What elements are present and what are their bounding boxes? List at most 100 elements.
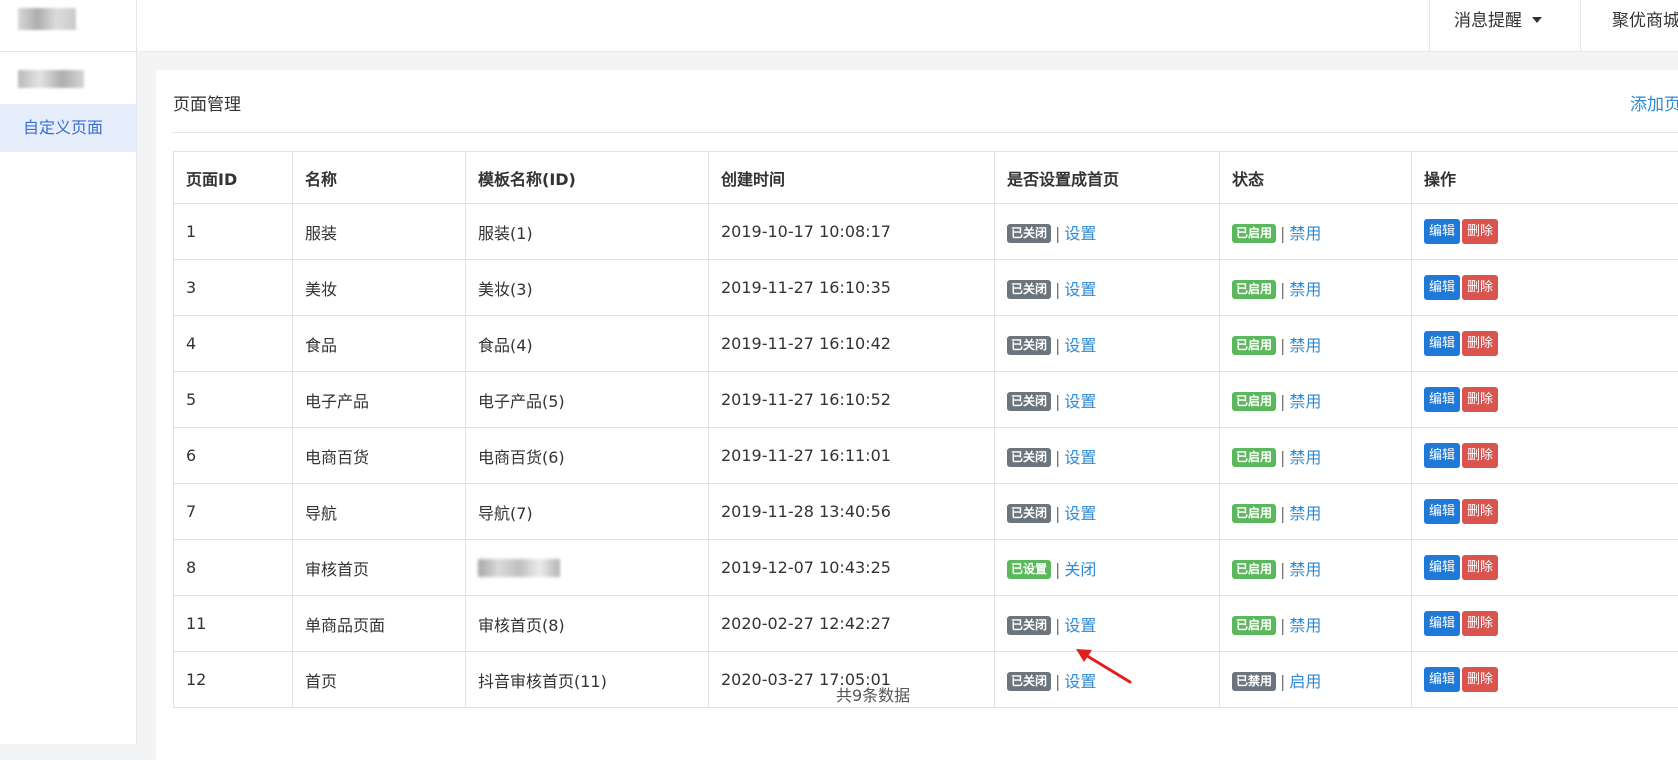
- table-row: 11单商品页面审核首页(8)2020-02-27 12:42:27已关闭|设置已…: [174, 596, 1678, 652]
- cell-actions: 编辑删除: [1412, 260, 1678, 316]
- cell-page-id: 7: [174, 484, 293, 540]
- table-row: 6电商百货电商百货(6)2019-11-27 16:11:01已关闭|设置已启用…: [174, 428, 1678, 484]
- cell-is-home: 已关闭|设置: [995, 428, 1220, 484]
- status-toggle-link[interactable]: 禁用: [1289, 616, 1321, 635]
- table-row: 3美妆美妆(3)2019-11-27 16:10:35已关闭|设置已启用|禁用编…: [174, 260, 1678, 316]
- notifications-dropdown[interactable]: 消息提醒: [1429, 0, 1581, 52]
- cell-name: 电子产品: [293, 372, 466, 428]
- cell-page-id: 4: [174, 316, 293, 372]
- home-toggle-link[interactable]: 关闭: [1064, 560, 1096, 579]
- separator: |: [1280, 448, 1285, 467]
- status-toggle-link[interactable]: 禁用: [1289, 448, 1321, 467]
- delete-button[interactable]: 删除: [1462, 275, 1498, 300]
- status-toggle-link[interactable]: 禁用: [1289, 504, 1321, 523]
- template-name: 服装(1): [478, 224, 533, 243]
- cell-created: 2019-10-17 10:08:17: [709, 204, 995, 260]
- add-page-link[interactable]: 添加页: [1630, 90, 1678, 115]
- separator: |: [1280, 280, 1285, 299]
- panel-title: 页面管理: [173, 90, 241, 115]
- caret-down-icon: [1532, 17, 1542, 23]
- separator: |: [1055, 336, 1060, 355]
- separator: |: [1280, 392, 1285, 411]
- edit-button[interactable]: 编辑: [1424, 387, 1460, 412]
- edit-button[interactable]: 编辑: [1424, 499, 1460, 524]
- cell-status: 已启用|禁用: [1220, 316, 1412, 372]
- cell-page-id: 1: [174, 204, 293, 260]
- home-status-badge: 已关闭: [1007, 392, 1051, 411]
- template-name: 审核首页(8): [478, 616, 565, 635]
- col-header-actions: 操作: [1412, 152, 1678, 204]
- delete-button[interactable]: 删除: [1462, 555, 1498, 580]
- cell-status: 已启用|禁用: [1220, 428, 1412, 484]
- cell-actions: 编辑删除: [1412, 316, 1678, 372]
- status-toggle-link[interactable]: 禁用: [1289, 280, 1321, 299]
- separator: |: [1280, 560, 1285, 579]
- edit-button[interactable]: 编辑: [1424, 443, 1460, 468]
- home-toggle-link[interactable]: 设置: [1064, 504, 1096, 523]
- home-toggle-link[interactable]: 设置: [1064, 448, 1096, 467]
- cell-name: 食品: [293, 316, 466, 372]
- cell-name: 电商百货: [293, 428, 466, 484]
- cell-status: 已启用|禁用: [1220, 260, 1412, 316]
- cell-created: 2020-02-27 12:42:27: [709, 596, 995, 652]
- delete-button[interactable]: 删除: [1462, 331, 1498, 356]
- home-toggle-link[interactable]: 设置: [1064, 392, 1096, 411]
- delete-button[interactable]: 删除: [1462, 611, 1498, 636]
- table-row: 4食品食品(4)2019-11-27 16:10:42已关闭|设置已启用|禁用编…: [174, 316, 1678, 372]
- edit-button[interactable]: 编辑: [1424, 555, 1460, 580]
- sidebar-group-template-management[interactable]: [0, 52, 136, 92]
- page-management-panel: 页面管理 添加页 页面ID 名称 模板名称(ID) 创建时间 是否设置成首页 状…: [156, 70, 1678, 760]
- divider: [173, 132, 1678, 133]
- edit-button[interactable]: 编辑: [1424, 275, 1460, 300]
- edit-button[interactable]: 编辑: [1424, 219, 1460, 244]
- delete-button[interactable]: 删除: [1462, 387, 1498, 412]
- col-header-template: 模板名称(ID): [466, 152, 709, 204]
- status-toggle-link[interactable]: 禁用: [1289, 224, 1321, 243]
- delete-button[interactable]: 删除: [1462, 443, 1498, 468]
- cell-actions: 编辑删除: [1412, 652, 1678, 708]
- table-row: 8审核首页2019-12-07 10:43:25已设置|关闭已启用|禁用编辑删除: [174, 540, 1678, 596]
- status-toggle-link[interactable]: 禁用: [1289, 336, 1321, 355]
- home-toggle-link[interactable]: 设置: [1064, 336, 1096, 355]
- cell-template: 抖音审核首页(11): [466, 652, 709, 708]
- cell-page-id: 11: [174, 596, 293, 652]
- cell-is-home: 已关闭|设置: [995, 372, 1220, 428]
- logo-blurred: [18, 8, 76, 30]
- status-badge: 已启用: [1232, 224, 1276, 243]
- delete-button[interactable]: 删除: [1462, 667, 1498, 692]
- separator: |: [1280, 672, 1285, 691]
- shop-menu[interactable]: 聚优商城: [1612, 0, 1678, 42]
- cell-status: 已启用|禁用: [1220, 204, 1412, 260]
- template-name: 电子产品(5): [478, 392, 565, 411]
- cell-is-home: 已关闭|设置: [995, 204, 1220, 260]
- edit-button[interactable]: 编辑: [1424, 667, 1460, 692]
- status-toggle-link[interactable]: 禁用: [1289, 392, 1321, 411]
- status-toggle-link[interactable]: 启用: [1289, 672, 1321, 691]
- table-row: 5电子产品电子产品(5)2019-11-27 16:10:52已关闭|设置已启用…: [174, 372, 1678, 428]
- sidebar-item-custom-page[interactable]: 自定义页面: [0, 104, 136, 152]
- home-toggle-link[interactable]: 设置: [1064, 224, 1096, 243]
- cell-created: 2019-11-27 16:10:52: [709, 372, 995, 428]
- status-badge: 已启用: [1232, 392, 1276, 411]
- separator: |: [1280, 504, 1285, 523]
- separator: |: [1055, 616, 1060, 635]
- delete-button[interactable]: 删除: [1462, 219, 1498, 244]
- separator: |: [1055, 560, 1060, 579]
- home-toggle-link[interactable]: 设置: [1064, 280, 1096, 299]
- status-badge: 已禁用: [1232, 672, 1276, 691]
- cell-page-id: 8: [174, 540, 293, 596]
- home-status-badge: 已关闭: [1007, 224, 1051, 243]
- cell-actions: 编辑删除: [1412, 204, 1678, 260]
- status-badge: 已启用: [1232, 280, 1276, 299]
- separator: |: [1055, 448, 1060, 467]
- record-count: 共9条数据: [836, 682, 910, 706]
- home-toggle-link[interactable]: 设置: [1064, 616, 1096, 635]
- template-name: 抖音审核首页(11): [478, 672, 607, 691]
- col-header-name: 名称: [293, 152, 466, 204]
- edit-button[interactable]: 编辑: [1424, 611, 1460, 636]
- home-status-badge: 已关闭: [1007, 672, 1051, 691]
- status-toggle-link[interactable]: 禁用: [1289, 560, 1321, 579]
- delete-button[interactable]: 删除: [1462, 499, 1498, 524]
- cell-created: 2019-12-07 10:43:25: [709, 540, 995, 596]
- edit-button[interactable]: 编辑: [1424, 331, 1460, 356]
